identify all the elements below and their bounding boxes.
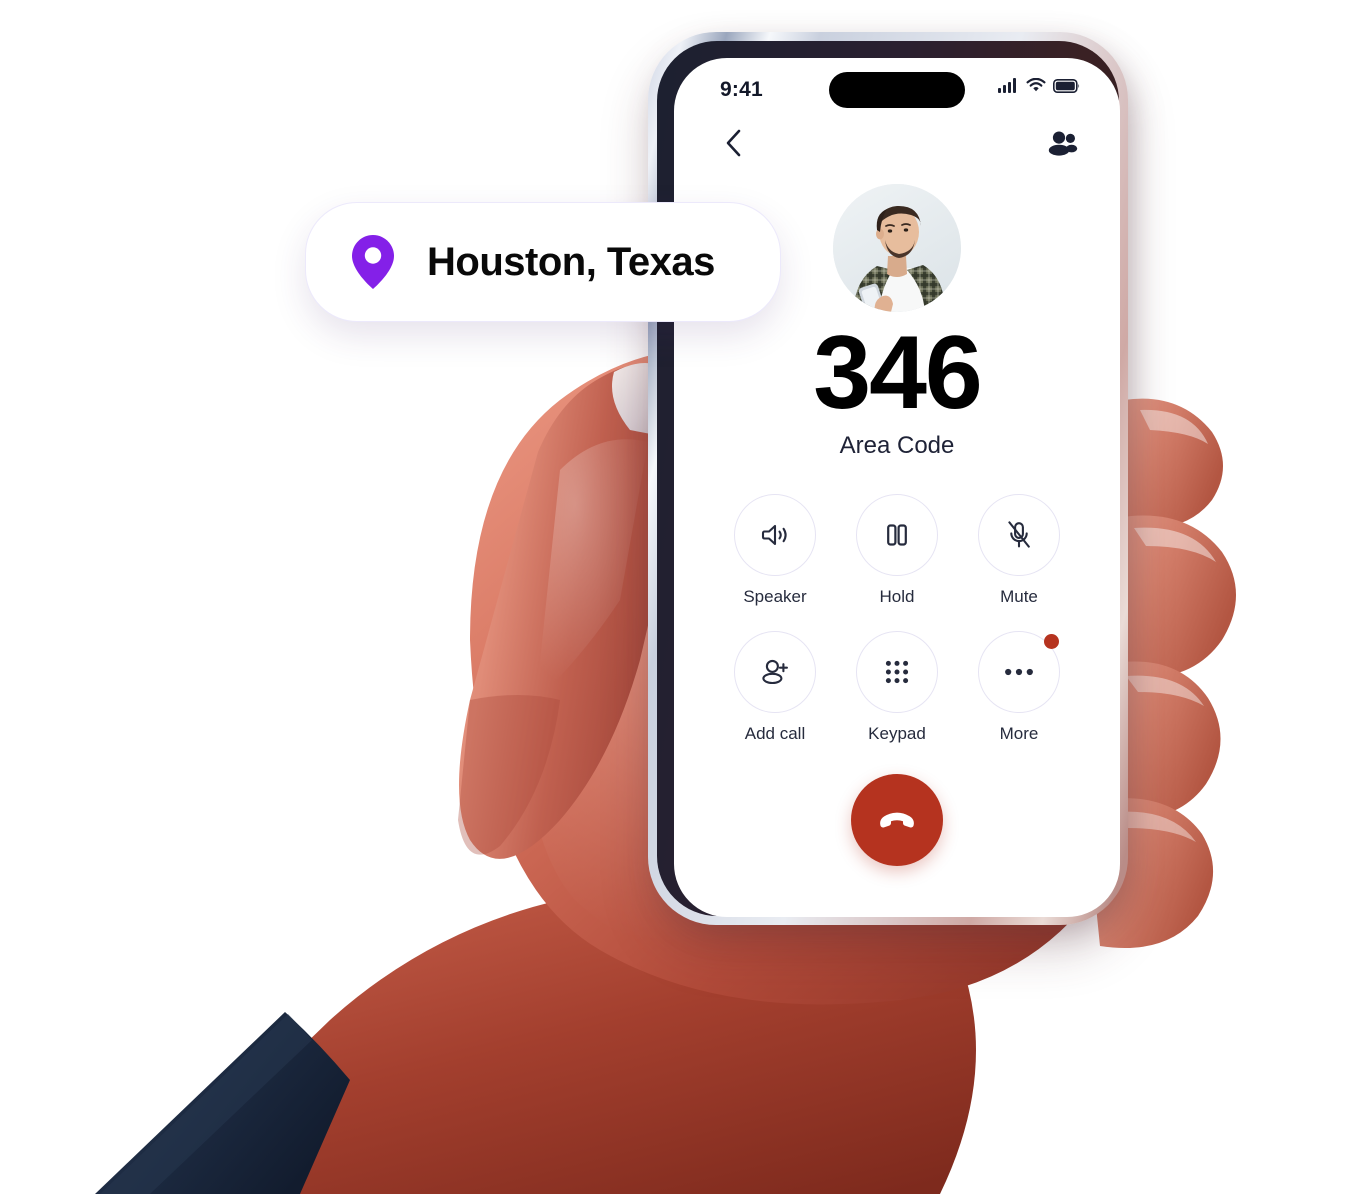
- phone-frame: 9:41 346 Area Code Speaker Hold Mute Add…: [648, 32, 1128, 925]
- call-actions-grid: Speaker Hold Mute Add call Keypad More: [674, 493, 1120, 744]
- action-speaker[interactable]: Speaker: [714, 493, 836, 607]
- action-speaker-label: Speaker: [743, 586, 807, 606]
- end-call-row: [674, 773, 1120, 866]
- end-call-button[interactable]: [851, 773, 943, 866]
- action-keypad-label: Keypad: [868, 723, 926, 743]
- caller-avatar-photo: [833, 184, 961, 312]
- nav-bar: [674, 116, 1120, 182]
- action-more-label: More: [999, 723, 1039, 743]
- action-more[interactable]: More: [958, 630, 1080, 744]
- phone-screen: 9:41 346 Area Code Speaker Hold Mute Add…: [674, 58, 1120, 917]
- wifi-icon: [1026, 78, 1046, 92]
- action-add-call-circle[interactable]: [734, 630, 816, 713]
- more-notification-badge: [1044, 633, 1059, 649]
- chevron-left-icon: [726, 129, 740, 157]
- dynamic-island: [829, 72, 965, 108]
- ellipsis-icon: [1005, 668, 1033, 675]
- forearm: [95, 900, 976, 1194]
- back-button[interactable]: [714, 124, 752, 162]
- action-keypad[interactable]: Keypad: [836, 630, 958, 744]
- action-mute-label: Mute: [1000, 586, 1038, 606]
- illustration-canvas: 9:41 346 Area Code Speaker Hold Mute Add…: [0, 0, 1350, 1194]
- status-bar: 9:41: [674, 58, 1120, 116]
- action-hold[interactable]: Hold: [836, 493, 958, 607]
- action-mute-circle[interactable]: [978, 493, 1060, 576]
- avatar: [833, 184, 961, 312]
- speaker-icon: [761, 524, 787, 545]
- action-mute[interactable]: Mute: [958, 493, 1080, 607]
- action-speaker-circle[interactable]: [734, 493, 816, 576]
- mic-off-icon: [1008, 521, 1030, 548]
- person-plus-icon: [762, 659, 788, 684]
- cellular-signal-icon: [998, 78, 1016, 93]
- action-add-call[interactable]: Add call: [714, 630, 836, 744]
- dial-grid-icon: [885, 660, 909, 683]
- action-hold-label: Hold: [879, 586, 915, 606]
- phone-bezel: 9:41 346 Area Code Speaker Hold Mute Add…: [657, 41, 1120, 917]
- action-add-call-label: Add call: [744, 723, 806, 743]
- map-pin-icon: [349, 233, 397, 291]
- area-code-label: Area Code: [839, 431, 955, 459]
- action-keypad-circle[interactable]: [856, 630, 938, 713]
- action-more-circle[interactable]: [978, 630, 1060, 713]
- phone-hangup-icon: [880, 812, 914, 828]
- location-badge[interactable]: Houston, Texas: [305, 202, 781, 322]
- location-label: Houston, Texas: [427, 239, 715, 284]
- contacts-people-icon: [1048, 131, 1078, 156]
- battery-icon: [1053, 78, 1080, 93]
- status-bar-time: 9:41: [720, 78, 763, 101]
- action-hold-circle[interactable]: [856, 493, 938, 576]
- pause-icon: [887, 524, 907, 546]
- status-bar-icons: [998, 78, 1080, 93]
- area-code-number: 346: [813, 315, 983, 431]
- phone-device: 9:41 346 Area Code Speaker Hold Mute Add…: [648, 32, 1140, 932]
- contacts-button[interactable]: [1044, 124, 1082, 162]
